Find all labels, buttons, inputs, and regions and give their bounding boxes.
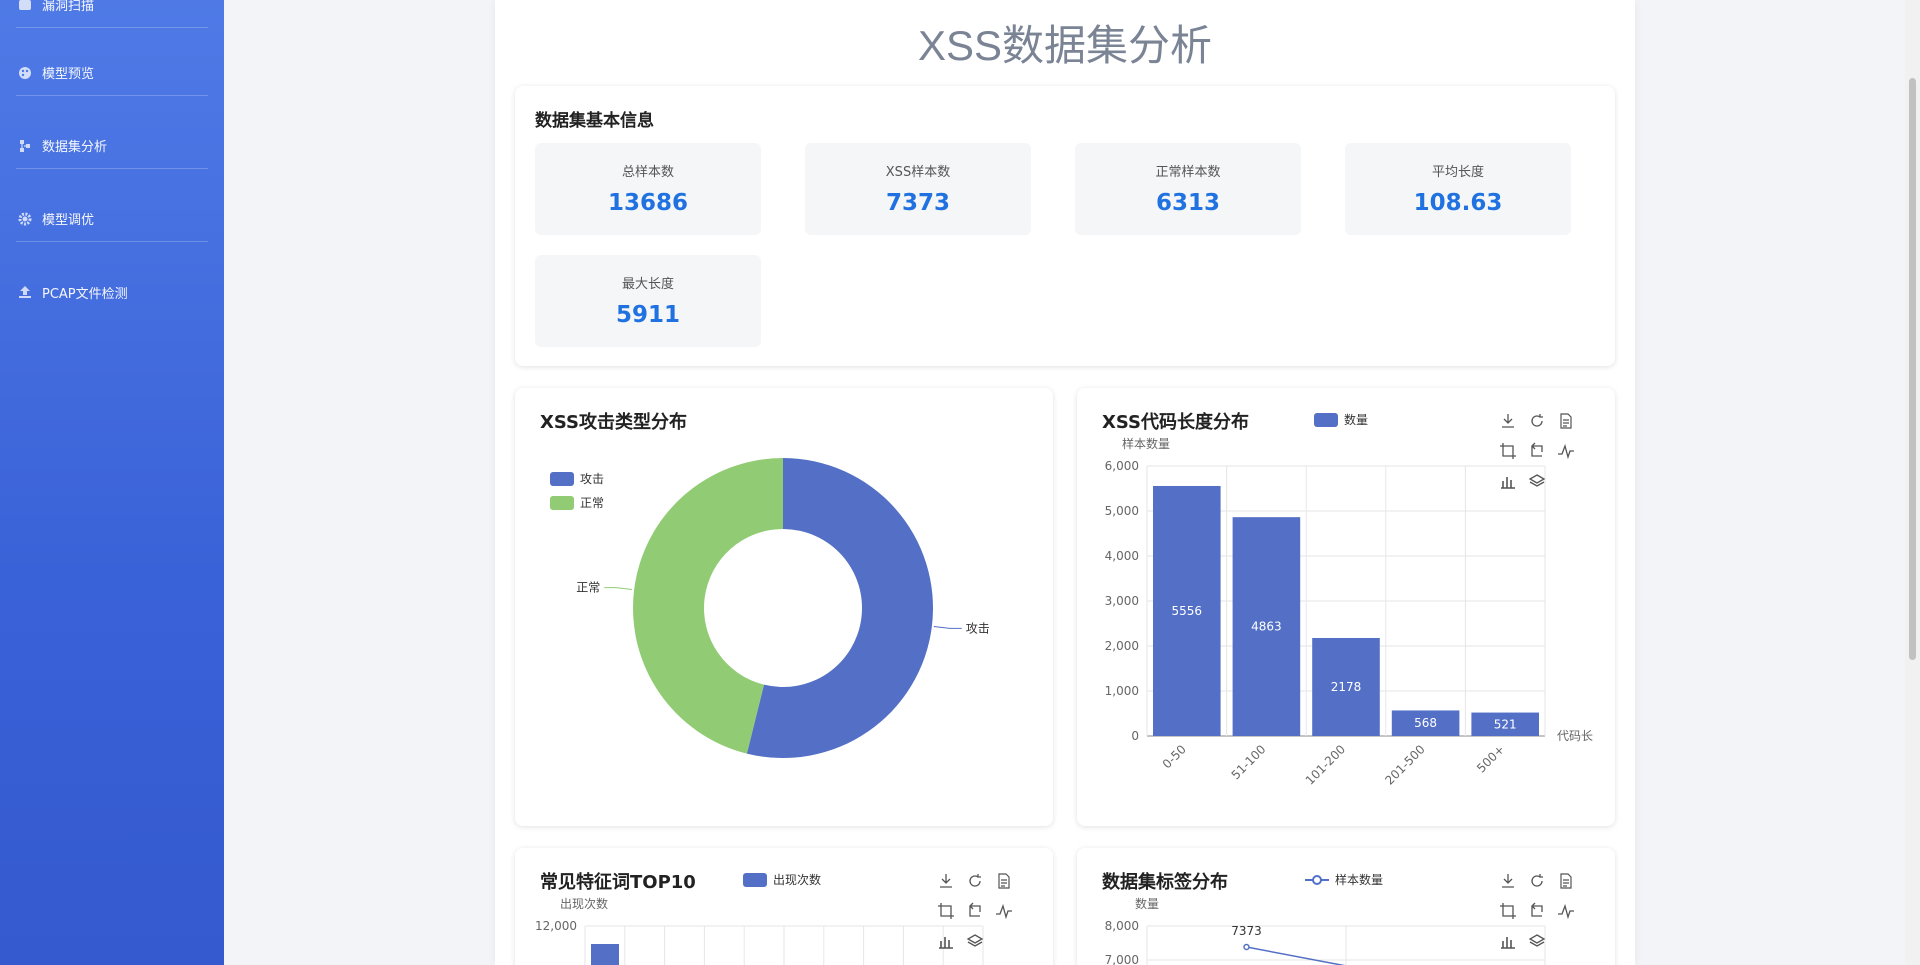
line-icon[interactable] bbox=[995, 902, 1013, 920]
stat-label: 正常样本数 bbox=[1155, 165, 1221, 180]
scrollbar[interactable] bbox=[1905, 0, 1920, 965]
sidebar-item-model-preview[interactable]: 模型预览 bbox=[16, 50, 208, 96]
y-tick-label: 8,000 bbox=[1105, 919, 1139, 933]
y-tick-label: 5,000 bbox=[1105, 504, 1139, 518]
y-tick-label: 12,000 bbox=[535, 919, 577, 933]
data-label: 7373 bbox=[1231, 924, 1262, 938]
bar-icon[interactable] bbox=[1499, 472, 1517, 490]
sidebar-item-label: 模型调优 bbox=[42, 213, 95, 228]
pie-label-line bbox=[604, 587, 633, 591]
y-tick-label: 4,000 bbox=[1105, 549, 1139, 563]
sidebar-item-scan[interactable]: 漏洞扫描 bbox=[16, 0, 208, 28]
bar-data-label: 568 bbox=[1414, 716, 1437, 730]
stack-icon[interactable] bbox=[1528, 932, 1546, 950]
bar[interactable] bbox=[591, 944, 619, 965]
refresh-icon[interactable] bbox=[966, 872, 984, 890]
x-tick-label: 500+ bbox=[1474, 742, 1507, 775]
sidebar: 漏洞扫描 模型预览 数据集分析 模型调优 PCAP文件检测 bbox=[0, 0, 224, 965]
refresh-icon[interactable] bbox=[1528, 412, 1546, 430]
label-distribution-card: 数据集标签分布 样本数量 数量 8,000 7,000 7373 bbox=[1077, 848, 1615, 965]
download-icon[interactable] bbox=[1499, 412, 1517, 430]
sidebar-item-model-tuning[interactable]: 模型调优 bbox=[16, 196, 208, 242]
y-tick-label: 1,000 bbox=[1105, 684, 1139, 698]
y-tick-label: 7,000 bbox=[1105, 953, 1139, 965]
y-axis-label: 出现次数 bbox=[560, 896, 608, 911]
data-point[interactable] bbox=[1243, 943, 1250, 951]
line-icon[interactable] bbox=[1557, 902, 1575, 920]
gear-icon bbox=[16, 212, 34, 226]
length-distribution-card: XSS代码长度分布 数量 样本数量 0 1,000 2,000 3,000 4,000 5,… bbox=[1077, 388, 1615, 826]
zoom-icon[interactable] bbox=[1499, 442, 1517, 460]
bar-data-label: 521 bbox=[1494, 717, 1517, 731]
stat-xss-samples: XSS样本数 7373 bbox=[805, 143, 1031, 235]
data-view-icon[interactable] bbox=[995, 872, 1013, 890]
x-tick-label: 51-100 bbox=[1229, 742, 1269, 782]
pie-chart: 攻击 正常 bbox=[576, 458, 990, 758]
attack-type-card: XSS攻击类型分布 攻击 正常 攻击 正常 bbox=[515, 388, 1053, 826]
dataset-info-card: 数据集基本信息 总样本数 13686 XSS样本数 7373 正常样本数 631… bbox=[515, 86, 1615, 366]
pie-slice-label: 正常 bbox=[576, 581, 600, 595]
series-line bbox=[1246, 946, 1346, 965]
info-card-title: 数据集基本信息 bbox=[535, 111, 654, 131]
grid-icon bbox=[16, 0, 34, 12]
zoom-reset-icon[interactable] bbox=[1528, 902, 1546, 920]
bar-data-label: 2178 bbox=[1331, 680, 1362, 694]
x-tick-label: 101-200 bbox=[1303, 742, 1348, 787]
stack-icon[interactable] bbox=[966, 932, 984, 950]
main-panel: XSS数据集分析 数据集基本信息 总样本数 13686 XSS样本数 7373 … bbox=[495, 0, 1635, 965]
zoom-reset-icon[interactable] bbox=[1528, 442, 1546, 460]
data-view-icon[interactable] bbox=[1557, 412, 1575, 430]
stat-value: 13686 bbox=[607, 190, 689, 216]
y-tick-label: 3,000 bbox=[1105, 594, 1139, 608]
stat-label: XSS样本数 bbox=[885, 165, 951, 180]
bar-data-label: 4863 bbox=[1251, 620, 1282, 634]
pie-label-line bbox=[933, 625, 962, 629]
refresh-icon[interactable] bbox=[1528, 872, 1546, 890]
x-tick-label: 201-500 bbox=[1382, 742, 1427, 787]
stat-label: 总样本数 bbox=[621, 165, 674, 180]
tree-icon bbox=[16, 139, 34, 153]
download-icon[interactable] bbox=[937, 872, 955, 890]
bar-icon[interactable] bbox=[1499, 932, 1517, 950]
stat-label: 平均长度 bbox=[1431, 165, 1484, 180]
stat-normal-samples: 正常样本数 6313 bbox=[1075, 143, 1301, 235]
stat-value: 108.63 bbox=[1413, 190, 1503, 216]
stat-total-samples: 总样本数 13686 bbox=[535, 143, 761, 235]
sidebar-item-dataset-analysis[interactable]: 数据集分析 bbox=[16, 123, 208, 169]
line-icon[interactable] bbox=[1557, 442, 1575, 460]
download-icon[interactable] bbox=[1499, 872, 1517, 890]
bar-data-label: 5556 bbox=[1172, 604, 1203, 618]
stat-average-length: 平均长度 108.63 bbox=[1345, 143, 1571, 235]
y-tick-label: 2,000 bbox=[1105, 639, 1139, 653]
x-axis-label: 代码长 bbox=[1557, 729, 1593, 743]
stat-value: 6313 bbox=[1155, 190, 1220, 216]
stat-max-length: 最大长度 5911 bbox=[535, 255, 761, 347]
y-tick-label: 6,000 bbox=[1105, 459, 1139, 473]
stat-label: 最大长度 bbox=[621, 277, 674, 292]
palette-icon bbox=[16, 66, 34, 80]
y-axis-label: 样本数量 bbox=[1122, 436, 1170, 451]
sidebar-item-label: 漏洞扫描 bbox=[42, 0, 95, 14]
stat-value: 7373 bbox=[885, 190, 950, 216]
sidebar-item-label: PCAP文件检测 bbox=[42, 286, 128, 302]
sidebar-item-label: 模型预览 bbox=[42, 67, 95, 82]
bar-icon[interactable] bbox=[937, 932, 955, 950]
zoom-icon[interactable] bbox=[937, 902, 955, 920]
y-axis-label: 数量 bbox=[1135, 896, 1159, 911]
x-tick-label: 0-50 bbox=[1160, 742, 1189, 771]
upload-icon bbox=[16, 285, 34, 299]
scrollbar-thumb[interactable] bbox=[1909, 78, 1916, 660]
page-title: XSS数据集分析 bbox=[917, 22, 1213, 69]
zoom-reset-icon[interactable] bbox=[966, 902, 984, 920]
stat-value: 5911 bbox=[615, 302, 680, 328]
zoom-icon[interactable] bbox=[1499, 902, 1517, 920]
sidebar-item-label: 数据集分析 bbox=[42, 140, 108, 155]
pie-slice-label: 攻击 bbox=[966, 621, 990, 635]
sidebar-item-pcap-detection[interactable]: PCAP文件检测 bbox=[16, 269, 208, 315]
stack-icon[interactable] bbox=[1528, 472, 1546, 490]
data-view-icon[interactable] bbox=[1557, 872, 1575, 890]
y-tick-label: 0 bbox=[1131, 729, 1139, 743]
feature-words-card: 常见特征词TOP10 出现次数 出现次数 12,000 bbox=[515, 848, 1053, 965]
